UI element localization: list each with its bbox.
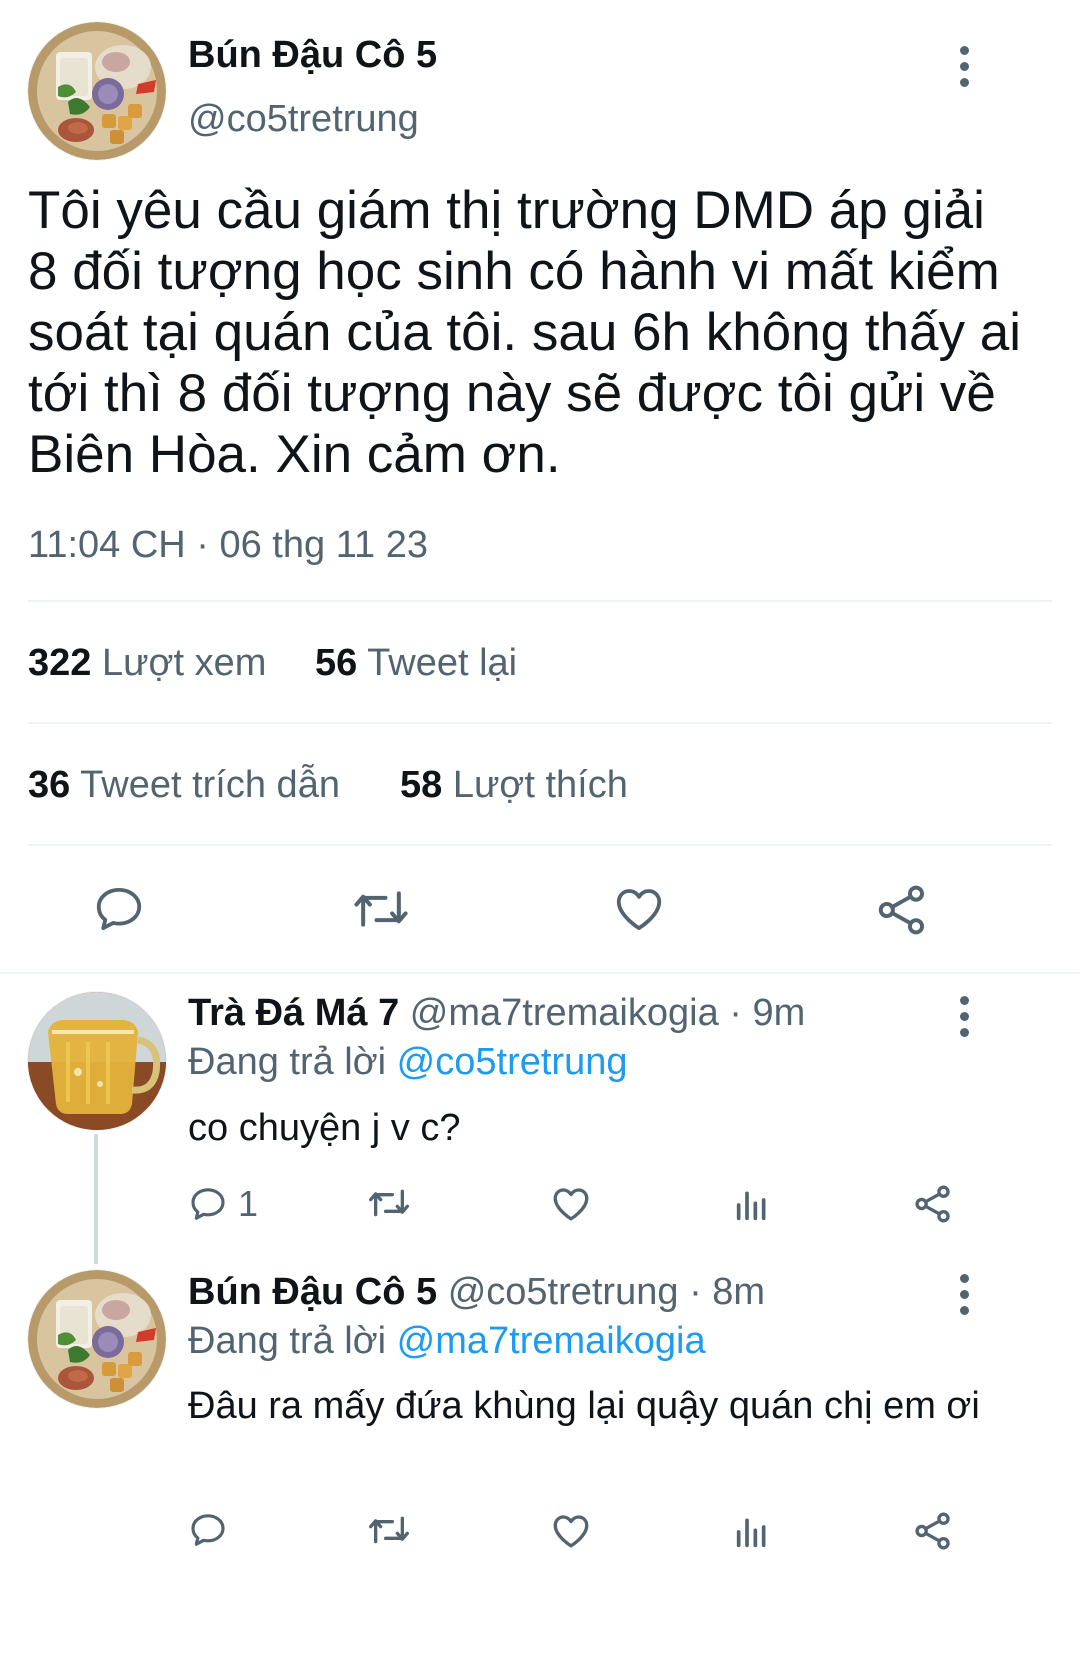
author-handle[interactable]: @co5tretrung: [188, 98, 419, 141]
retweets-count: 56: [315, 642, 358, 684]
more-options-button[interactable]: [944, 36, 984, 96]
replying-to-handle-link[interactable]: @ma7tremaikogia: [397, 1320, 706, 1362]
views-label: Lượt xem: [101, 642, 267, 684]
reply-time: · 8m: [689, 1271, 766, 1313]
replying-to: Đang trả lời @ma7tremaikogia: [188, 1320, 706, 1363]
tweet-timestamp[interactable]: 11:04 CH · 06 thg 11 23: [28, 524, 428, 567]
share-button[interactable]: [874, 882, 930, 938]
share-icon: [915, 1512, 950, 1550]
quotes-stat[interactable]: 36 Tweet trích dẫn: [28, 764, 340, 807]
share-button[interactable]: [912, 1510, 954, 1552]
more-dot: [959, 61, 969, 71]
tweet-text: Tôi yêu cầu giám thị trường DMD áp giải …: [28, 181, 1021, 484]
analytics-icon: [736, 1518, 766, 1548]
likes-stat[interactable]: 58 Lượt thích: [400, 764, 628, 807]
replying-to-label: Đang trả lời: [188, 1041, 387, 1083]
divider: [28, 844, 1052, 846]
share-button[interactable]: [912, 1183, 954, 1225]
replying-to: Đang trả lời @co5tretrung: [188, 1041, 627, 1084]
reply-author-name[interactable]: Trà Đá Má 7: [188, 992, 399, 1034]
more-dot: [959, 1305, 969, 1315]
retweet-icon: [354, 891, 408, 927]
reply-author-avatar[interactable]: [28, 992, 166, 1130]
share-icon: [878, 885, 925, 935]
analytics-icon: [736, 1191, 766, 1221]
reply-text: Đâu ra mấy đứa khùng lại quậy quán chị e…: [188, 1385, 980, 1427]
quotes-label: Tweet trích dẫn: [80, 764, 340, 806]
more-dot: [959, 1027, 969, 1037]
retweets-stat[interactable]: 56 Tweet lại: [315, 642, 517, 685]
like-button[interactable]: [612, 882, 666, 936]
likes-count: 58: [400, 764, 443, 806]
reply-time: · 9m: [729, 992, 806, 1034]
retweet-button[interactable]: [366, 1510, 412, 1550]
more-dot: [959, 1289, 969, 1299]
reply-icon: [191, 1514, 225, 1546]
analytics-button[interactable]: [732, 1185, 772, 1225]
share-icon: [915, 1185, 950, 1223]
like-icon: [616, 889, 662, 931]
reply-icon: [96, 887, 142, 931]
divider: [28, 600, 1052, 602]
retweet-icon: [368, 1189, 409, 1217]
section-divider: [0, 972, 1080, 974]
analytics-button[interactable]: [732, 1512, 772, 1552]
reply-button[interactable]: 1: [188, 1183, 258, 1225]
reply-author-handle[interactable]: @co5tretrung: [448, 1271, 679, 1313]
replying-to-handle-link[interactable]: @co5tretrung: [397, 1041, 628, 1083]
reply-icon: [191, 1188, 225, 1220]
quotes-count: 36: [28, 764, 71, 806]
more-vertical-icon: [959, 995, 969, 1005]
like-icon: [553, 1188, 589, 1221]
retweet-button[interactable]: [352, 882, 410, 936]
more-dot: [959, 1011, 969, 1021]
more-dot: [959, 77, 969, 87]
reply-more-options-button[interactable]: [944, 986, 984, 1046]
reply-count: 1: [238, 1183, 259, 1224]
views-count: 322: [28, 642, 92, 684]
reply-author-avatar[interactable]: [28, 1270, 166, 1408]
more-vertical-icon: [959, 45, 969, 55]
reply-text: co chuyện j v c?: [188, 1107, 461, 1149]
food-platter-image: [28, 22, 166, 160]
like-button[interactable]: [550, 1183, 592, 1225]
reply-button[interactable]: [92, 882, 146, 936]
views-stat[interactable]: 322 Lượt xem: [28, 642, 266, 685]
divider: [28, 722, 1052, 724]
retweet-icon: [368, 1516, 409, 1544]
likes-label: Lượt thích: [452, 764, 628, 806]
reply-author-name[interactable]: Bún Đậu Cô 5: [188, 1271, 437, 1313]
retweet-button[interactable]: [366, 1183, 412, 1223]
retweets-label: Tweet lại: [367, 642, 518, 684]
reply-header: Bún Đậu Cô 5 @co5tretrung · 8m: [188, 1271, 765, 1314]
reply-button[interactable]: [188, 1510, 238, 1550]
reply-header: Trà Đá Má 7 @ma7tremaikogia · 9m: [188, 992, 805, 1035]
thread-line: [94, 1134, 98, 1264]
tea-glass-image: [28, 992, 166, 1130]
reply-author-handle[interactable]: @ma7tremaikogia: [410, 992, 719, 1034]
replying-to-label: Đang trả lời: [188, 1320, 387, 1362]
like-icon: [553, 1515, 589, 1548]
like-button[interactable]: [550, 1510, 592, 1552]
food-platter-image: [28, 1270, 166, 1408]
reply-more-options-button[interactable]: [944, 1264, 984, 1324]
author-avatar[interactable]: [28, 22, 166, 160]
author-name[interactable]: Bún Đậu Cô 5: [188, 34, 437, 77]
more-vertical-icon: [959, 1273, 969, 1283]
